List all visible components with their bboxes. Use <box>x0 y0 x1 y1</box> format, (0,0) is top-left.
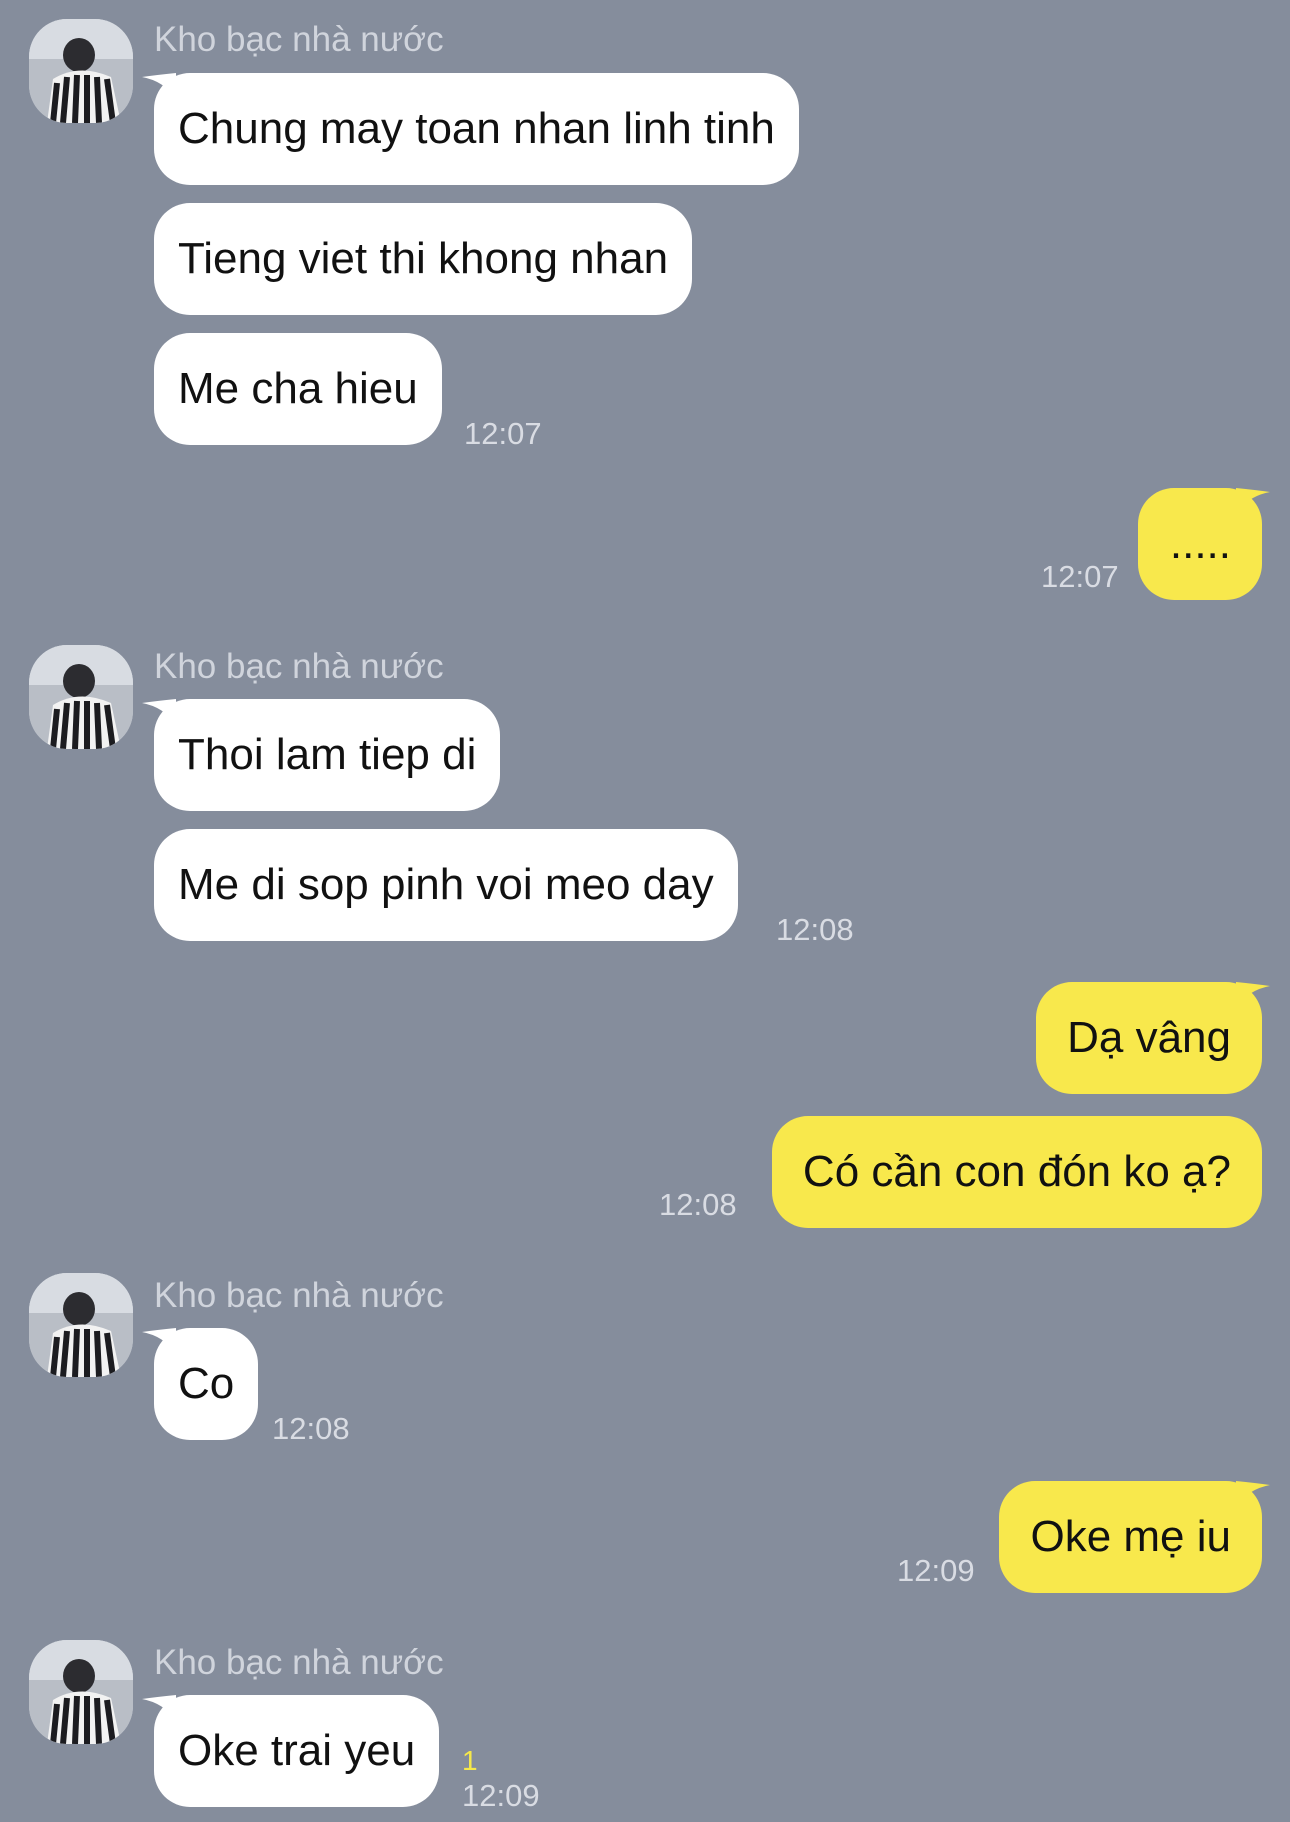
message-timestamp: 12:09 <box>462 1778 540 1813</box>
message-timestamp: 12:09 <box>897 1553 975 1588</box>
sender-name: Kho bạc nhà nước <box>154 20 444 59</box>
message-timestamp: 12:08 <box>272 1411 350 1446</box>
incoming-message[interactable]: Me di sop pinh voi meo day <box>154 829 738 941</box>
message-timestamp: 12:07 <box>1041 559 1119 594</box>
contact-avatar[interactable] <box>29 19 133 123</box>
incoming-message[interactable]: Co <box>154 1328 259 1440</box>
incoming-message[interactable]: Chung may toan nhan linh tinh <box>154 73 799 185</box>
incoming-message[interactable]: Oke trai yeu <box>154 1695 440 1807</box>
message-timestamp: 12:07 <box>464 416 542 451</box>
sender-name: Kho bạc nhà nước <box>154 647 444 686</box>
outgoing-message[interactable]: Dạ vâng <box>1036 982 1262 1094</box>
sender-name: Kho bạc nhà nước <box>154 1643 444 1682</box>
chat-area[interactable]: Kho bạc nhà nước Chung may toan nhan lin… <box>0 0 1290 1822</box>
unread-count: 1 <box>462 1745 478 1776</box>
message-timestamp: 12:08 <box>776 912 854 947</box>
incoming-message[interactable]: Thoi lam tiep di <box>154 699 501 811</box>
message-timestamp: 12:08 <box>659 1187 737 1222</box>
incoming-message[interactable]: Tieng viet thi khong nhan <box>154 203 693 315</box>
contact-avatar[interactable] <box>29 645 133 749</box>
contact-avatar[interactable] <box>29 1273 133 1377</box>
sender-name: Kho bạc nhà nước <box>154 1276 444 1315</box>
outgoing-message[interactable]: Có cần con đón ko ạ? <box>771 1116 1262 1228</box>
incoming-message[interactable]: Me cha hieu <box>154 333 442 445</box>
outgoing-message[interactable]: ..... <box>1138 488 1262 600</box>
outgoing-message[interactable]: Oke mẹ iu <box>999 1481 1262 1593</box>
contact-avatar[interactable] <box>29 1640 133 1744</box>
